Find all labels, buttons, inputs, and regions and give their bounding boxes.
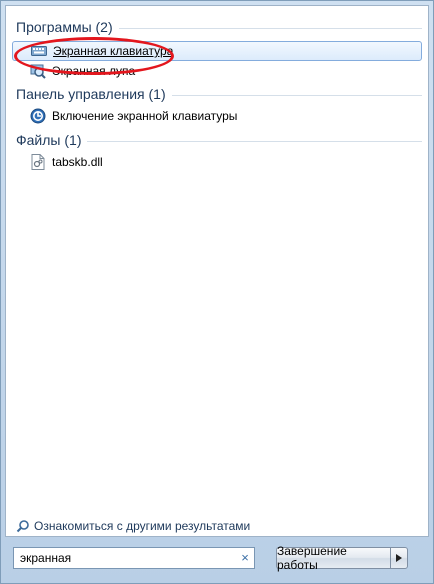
group-divider [87, 140, 422, 142]
result-item-tabskb-dll[interactable]: tabskb.dll [12, 152, 422, 172]
keyboard-icon [31, 43, 47, 59]
search-icon [16, 519, 30, 533]
search-results-panel: Программы (2) Экранная клавиатура Экранн… [5, 5, 429, 537]
group-header-programs: Программы (2) [16, 19, 422, 35]
see-more-results-link[interactable]: Ознакомиться с другими результатами [16, 519, 250, 533]
shutdown-button[interactable]: Завершение работы [276, 544, 390, 572]
dll-file-icon [30, 154, 46, 170]
group-divider [171, 94, 422, 96]
shutdown-options-button[interactable] [390, 547, 408, 569]
arrow-right-icon [396, 554, 402, 562]
clear-search-icon[interactable]: × [236, 549, 254, 567]
group-header-label: Панель управления (1) [16, 86, 166, 102]
result-item-label: tabskb.dll [52, 155, 103, 169]
start-menu: Программы (2) Экранная клавиатура Экранн… [0, 0, 434, 584]
result-item-label: Экранная лупа [52, 64, 136, 78]
result-item-magnifier[interactable]: Экранная лупа [12, 61, 422, 81]
ease-of-access-icon [30, 108, 46, 124]
group-header-label: Файлы (1) [16, 132, 82, 148]
group-header-label: Программы (2) [16, 19, 113, 35]
see-more-label: Ознакомиться с другими результатами [34, 519, 251, 533]
search-input[interactable] [14, 549, 236, 567]
group-header-control-panel: Панель управления (1) [16, 86, 422, 102]
group-header-files: Файлы (1) [16, 132, 422, 148]
result-item-label: Включение экранной клавиатуры [52, 109, 238, 123]
search-field[interactable]: × [13, 547, 255, 569]
magnifier-app-icon [30, 63, 46, 79]
shutdown-control: Завершение работы [276, 544, 408, 572]
result-item-enable-osk[interactable]: Включение экранной клавиатуры [12, 106, 422, 126]
group-divider [118, 27, 422, 29]
result-item-label: Экранная клавиатура [53, 44, 174, 58]
result-item-on-screen-keyboard[interactable]: Экранная клавиатура [12, 41, 422, 61]
